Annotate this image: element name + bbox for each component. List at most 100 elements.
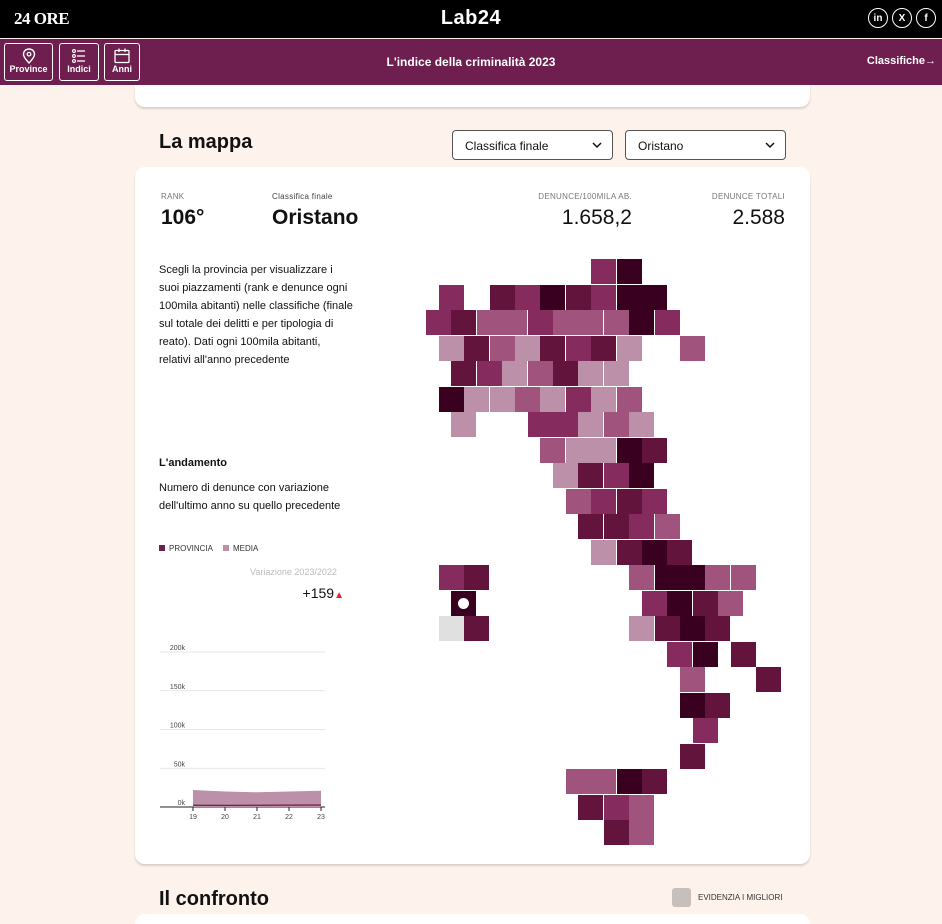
province-tile[interactable] (490, 387, 515, 412)
province-tile[interactable] (642, 285, 667, 310)
toggle-box[interactable] (672, 888, 691, 907)
province-tile[interactable] (528, 310, 553, 335)
highlight-best-toggle[interactable]: EVIDENZIA I MIGLIORI (672, 888, 782, 907)
province-tile[interactable] (426, 310, 451, 335)
province-tile[interactable] (490, 285, 515, 310)
province-tile[interactable] (464, 565, 489, 590)
province-tile[interactable] (680, 744, 705, 769)
province-tile[interactable] (617, 285, 642, 310)
province-tile[interactable] (629, 514, 654, 539)
province-tile[interactable] (578, 412, 603, 437)
province-tile[interactable] (756, 667, 781, 692)
province-tile[interactable] (680, 616, 705, 641)
province-tile[interactable] (693, 642, 718, 667)
province-tile[interactable] (617, 259, 642, 284)
province-tile[interactable] (642, 591, 667, 616)
province-tile[interactable] (578, 795, 603, 820)
province-tile[interactable] (591, 438, 616, 463)
province-tile[interactable] (604, 412, 629, 437)
province-tile[interactable] (528, 361, 553, 386)
province-tile[interactable] (502, 310, 527, 335)
province-tile[interactable] (566, 769, 591, 794)
province-tile[interactable] (705, 616, 730, 641)
province-tile[interactable] (553, 361, 578, 386)
province-tile[interactable] (642, 438, 667, 463)
province-tile[interactable] (591, 769, 616, 794)
province-tile[interactable] (578, 514, 603, 539)
province-tile[interactable] (591, 336, 616, 361)
province-tile[interactable] (591, 285, 616, 310)
province-tile[interactable] (604, 820, 629, 845)
province-tile[interactable] (515, 387, 540, 412)
province-tile[interactable] (439, 336, 464, 361)
province-tile[interactable] (578, 463, 603, 488)
province-tile[interactable] (629, 820, 654, 845)
province-tile[interactable] (680, 693, 705, 718)
province-tile[interactable] (591, 259, 616, 284)
province-tile[interactable] (731, 642, 756, 667)
province-tile[interactable] (528, 412, 553, 437)
province-tile[interactable] (693, 591, 718, 616)
province-tile[interactable] (731, 565, 756, 590)
province-tile[interactable] (540, 438, 565, 463)
province-tile[interactable] (617, 540, 642, 565)
province-tile[interactable] (604, 514, 629, 539)
province-tile[interactable] (591, 540, 616, 565)
province-tile[interactable] (667, 591, 692, 616)
ranking-select[interactable]: Classifica finale (452, 130, 613, 160)
rankings-link[interactable]: Classifiche→ (867, 55, 936, 67)
province-tile[interactable] (680, 565, 705, 590)
province-tile[interactable] (705, 693, 730, 718)
province-tile[interactable] (566, 438, 591, 463)
province-tile[interactable] (604, 463, 629, 488)
province-tile[interactable] (617, 769, 642, 794)
province-tile[interactable] (655, 310, 680, 335)
province-tile[interactable] (578, 361, 603, 386)
province-tile[interactable] (490, 336, 515, 361)
province-tile[interactable] (617, 336, 642, 361)
province-tile[interactable] (642, 540, 667, 565)
province-tile[interactable] (655, 514, 680, 539)
province-tile[interactable] (629, 795, 654, 820)
province-tile[interactable] (693, 718, 718, 743)
province-tile[interactable] (667, 642, 692, 667)
province-tile[interactable] (540, 387, 565, 412)
province-tile[interactable] (629, 616, 654, 641)
province-tile[interactable] (680, 336, 705, 361)
province-tile[interactable] (680, 667, 705, 692)
province-tile-selected[interactable] (451, 591, 476, 616)
province-tile[interactable] (705, 565, 730, 590)
province-tile[interactable] (566, 489, 591, 514)
lab24-logo[interactable]: Lab24 (0, 7, 942, 30)
province-tile[interactable] (642, 489, 667, 514)
province-tile[interactable] (617, 387, 642, 412)
province-tile[interactable] (566, 285, 591, 310)
province-tile[interactable] (591, 489, 616, 514)
province-tile[interactable] (604, 795, 629, 820)
province-tile[interactable] (604, 310, 629, 335)
province-tile[interactable] (553, 310, 578, 335)
province-tile[interactable] (464, 616, 489, 641)
province-tile[interactable] (451, 361, 476, 386)
province-tile[interactable] (540, 285, 565, 310)
province-tile[interactable] (617, 489, 642, 514)
province-tile[interactable] (718, 591, 743, 616)
province-tile[interactable] (642, 769, 667, 794)
province-tile[interactable] (477, 310, 502, 335)
province-tile[interactable] (629, 463, 654, 488)
facebook-icon[interactable]: f (916, 8, 936, 28)
province-tile[interactable] (439, 565, 464, 590)
province-tile[interactable] (655, 565, 680, 590)
province-tile[interactable] (566, 387, 591, 412)
province-tile[interactable] (604, 361, 629, 386)
province-tile[interactable] (553, 463, 578, 488)
province-tile[interactable] (540, 336, 565, 361)
province-tile[interactable] (451, 310, 476, 335)
province-tile[interactable] (629, 310, 654, 335)
province-tile[interactable] (464, 387, 489, 412)
province-tile[interactable] (477, 361, 502, 386)
province-tile[interactable] (617, 438, 642, 463)
province-tile[interactable] (439, 387, 464, 412)
province-tile[interactable] (655, 616, 680, 641)
province-select[interactable]: Oristano (625, 130, 786, 160)
